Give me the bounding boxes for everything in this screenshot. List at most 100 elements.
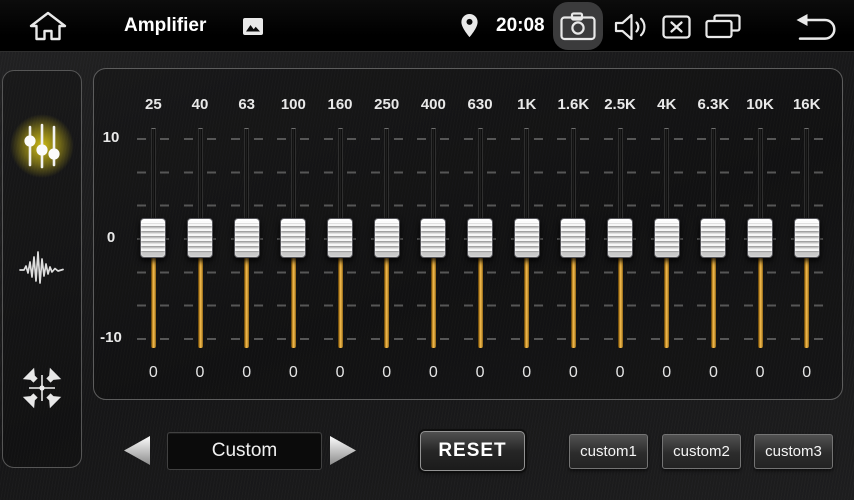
slider-handle[interactable] [514,218,540,258]
custom1-preset-button[interactable]: custom1 [569,434,648,469]
band-value-label: 0 [382,364,391,382]
band-value-label: 0 [802,364,811,382]
custom3-preset-button[interactable]: custom3 [754,434,833,469]
sidebar-item-sound-effects[interactable] [3,228,81,308]
slider-handle[interactable] [234,218,260,258]
speaker-balance-icon [19,365,65,411]
scale-label-mid: 0 [94,228,128,248]
eq-band: 100 0 [270,69,317,399]
band-value-label: 0 [522,364,531,382]
eq-band: 400 0 [410,69,457,399]
slider-handle[interactable] [560,218,586,258]
page-title: Amplifier [124,0,206,52]
slider-handle[interactable] [420,218,446,258]
volume-button[interactable] [612,13,650,40]
wallpaper-button[interactable] [241,16,265,36]
close-icon [662,15,691,39]
preset-selector[interactable]: Custom [167,432,322,470]
band-frequency-label: 1.6K [558,69,590,128]
slider-handle[interactable] [327,218,353,258]
eq-band: 25 0 [130,69,177,399]
band-slider[interactable] [410,128,457,348]
close-app-button[interactable] [661,14,691,39]
back-button[interactable] [791,12,839,41]
eq-band: 63 0 [223,69,270,399]
camera-icon [560,12,596,41]
band-frequency-label: 400 [421,69,446,128]
band-frequency-label: 630 [468,69,493,128]
band-value-label: 0 [149,364,158,382]
band-slider[interactable] [550,128,597,348]
slider-handle[interactable] [607,218,633,258]
eq-band: 630 0 [457,69,504,399]
slider-handle[interactable] [700,218,726,258]
band-slider[interactable] [177,128,224,348]
band-frequency-label: 4K [657,69,676,128]
volume-icon [614,14,649,40]
waveform-icon [19,249,65,287]
eq-band: 1.6K 0 [550,69,597,399]
band-slider[interactable] [363,128,410,348]
eq-bands-row: 25 0 40 0 63 [130,69,830,399]
preset-value: Custom [212,440,277,462]
preset-prev-button[interactable] [121,434,152,467]
slider-handle[interactable] [747,218,773,258]
slider-handle[interactable] [467,218,493,258]
band-slider[interactable] [737,128,784,348]
recent-apps-icon [705,14,741,39]
sidebar [2,70,82,468]
preset-next-button[interactable] [328,434,359,467]
eq-band: 250 0 [363,69,410,399]
slider-handle[interactable] [140,218,166,258]
band-frequency-label: 63 [238,69,255,128]
amplifier-screen: Amplifier 20:08 [0,0,854,500]
eq-band: 10K 0 [737,69,784,399]
band-value-label: 0 [429,364,438,382]
slider-handle[interactable] [280,218,306,258]
band-slider[interactable] [270,128,317,348]
band-slider[interactable] [597,128,644,348]
home-icon [29,10,67,42]
slider-handle[interactable] [654,218,680,258]
band-slider[interactable] [690,128,737,348]
band-value-label: 0 [756,364,765,382]
band-value-label: 0 [196,364,205,382]
scale-label-max: 10 [94,128,128,148]
band-slider[interactable] [643,128,690,348]
band-frequency-label: 1K [517,69,536,128]
db-scale: 10 0 -10 [94,69,130,399]
screenshot-button[interactable] [553,2,603,50]
eq-band: 2.5K 0 [597,69,644,399]
band-frequency-label: 2.5K [604,69,636,128]
band-frequency-label: 6.3K [698,69,730,128]
slider-handle[interactable] [187,218,213,258]
band-slider[interactable] [317,128,364,348]
band-value-label: 0 [289,364,298,382]
band-value-label: 0 [242,364,251,382]
sidebar-item-equalizer[interactable] [3,106,81,186]
band-frequency-label: 160 [328,69,353,128]
custom2-preset-button[interactable]: custom2 [662,434,741,469]
right-arrow-icon [328,434,359,467]
left-arrow-icon [121,434,152,467]
eq-band: 16K 0 [783,69,830,399]
band-value-label: 0 [336,364,345,382]
band-slider[interactable] [457,128,504,348]
band-value-label: 0 [476,364,485,382]
home-button[interactable] [28,9,68,43]
eq-band: 1K 0 [503,69,550,399]
slider-handle[interactable] [794,218,820,258]
band-slider[interactable] [503,128,550,348]
equalizer-sliders-icon [20,123,64,169]
band-slider[interactable] [130,128,177,348]
reset-button[interactable]: RESET [420,431,525,471]
eq-band: 4K 0 [643,69,690,399]
recent-apps-button[interactable] [704,13,742,40]
band-frequency-label: 250 [374,69,399,128]
band-slider[interactable] [783,128,830,348]
band-slider[interactable] [223,128,270,348]
sidebar-item-speaker-balance[interactable] [3,348,81,428]
slider-handle[interactable] [374,218,400,258]
band-frequency-label: 40 [192,69,209,128]
band-frequency-label: 10K [746,69,774,128]
